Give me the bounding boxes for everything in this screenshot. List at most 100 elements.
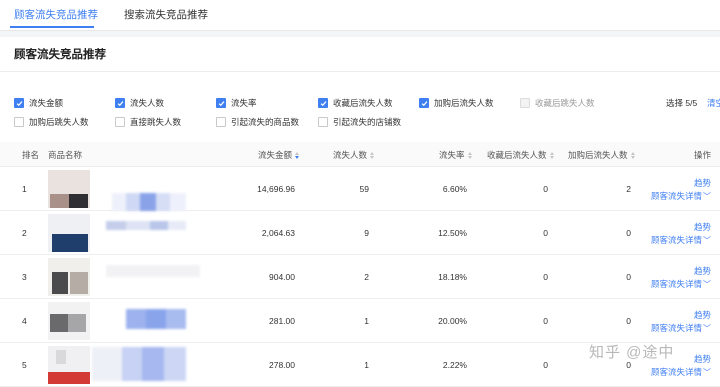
- table-row: 2 2,064.63 9 12.50% 0 0 趋势 顾客流失详情﹀: [0, 211, 720, 255]
- loss-amount: 281.00: [269, 316, 295, 326]
- metric-label: 引起流失的店铺数: [333, 117, 402, 127]
- table-row: 1 14,696.96 59 6.60% 0 2 趋势 顾客流失详情﹀: [0, 167, 720, 211]
- trend-link[interactable]: 趋势: [694, 221, 711, 233]
- product-thumbnail[interactable]: [48, 214, 90, 252]
- check-icon: [115, 98, 125, 108]
- sort-caret-icon[interactable]: [549, 151, 554, 159]
- active-tab-indicator: [10, 26, 94, 28]
- chevron-down-icon: ﹀: [703, 236, 712, 245]
- product-name-blurred[interactable]: [126, 309, 186, 329]
- product-thumbnail[interactable]: [48, 170, 90, 208]
- header-loss-people[interactable]: 流失人数: [333, 149, 375, 161]
- checkbox-box: [216, 117, 226, 127]
- header-cart-loss[interactable]: 加购后流失人数: [568, 149, 635, 161]
- fav-loss: 0: [543, 228, 548, 238]
- metric-checkbox-cart-loss[interactable]: 加购后流失人数: [419, 97, 494, 109]
- table-row: 4 281.00 1 20.00% 0 0 趋势 顾客流失详情﹀: [0, 299, 720, 343]
- product-name-blurred[interactable]: [106, 221, 186, 230]
- product-thumbnail[interactable]: [48, 302, 90, 340]
- trend-link[interactable]: 趋势: [694, 177, 711, 189]
- detail-label: 顾客流失详情: [651, 367, 703, 377]
- fav-loss: 0: [543, 360, 548, 370]
- header-label: 收藏后流失人数: [487, 150, 547, 160]
- product-name-blurred[interactable]: [92, 347, 186, 381]
- product-thumbnail[interactable]: [48, 346, 90, 384]
- header-label: 流失率: [439, 150, 465, 160]
- loss-detail-dropdown[interactable]: 顾客流失详情﹀: [651, 190, 711, 202]
- metric-checkbox-loss-rate[interactable]: 流失率: [216, 97, 257, 109]
- rank: 1: [22, 184, 27, 194]
- loss-rate: 18.18%: [438, 272, 467, 282]
- fav-loss: 0: [543, 272, 548, 282]
- tab-bar: 顾客流失竞品推荐 搜索流失竞品推荐: [0, 0, 720, 31]
- metric-checkbox-cart-bounce[interactable]: 加购后跳失人数: [14, 116, 89, 128]
- tab-customer-loss[interactable]: 顾客流失竞品推荐: [14, 7, 98, 22]
- loss-amount: 904.00: [269, 272, 295, 282]
- loss-detail-dropdown[interactable]: 顾客流失详情﹀: [651, 366, 711, 378]
- sort-caret-icon[interactable]: [630, 151, 635, 159]
- metric-label: 流失金额: [29, 98, 64, 108]
- trend-link[interactable]: 趋势: [694, 353, 711, 365]
- tab-search-loss[interactable]: 搜索流失竞品推荐: [124, 7, 208, 22]
- metric-label: 加购后流失人数: [434, 98, 494, 108]
- trend-link[interactable]: 趋势: [694, 265, 711, 277]
- check-icon: [216, 98, 226, 108]
- header-fav-loss[interactable]: 收藏后流失人数: [487, 149, 554, 161]
- metric-checkbox-direct-bounce[interactable]: 直接跳失人数: [115, 116, 181, 128]
- rank: 2: [22, 228, 27, 238]
- cart-loss: 0: [626, 316, 631, 326]
- divider: [0, 71, 720, 72]
- product-thumbnail[interactable]: [48, 258, 90, 296]
- checkbox-box: [14, 117, 24, 127]
- selection-count: 选择 5/5: [666, 98, 698, 108]
- cart-loss: 0: [626, 272, 631, 282]
- detail-label: 顾客流失详情: [651, 323, 703, 333]
- chevron-down-icon: ﹀: [703, 192, 712, 201]
- header-loss-rate[interactable]: 流失率: [439, 149, 472, 161]
- product-name-blurred[interactable]: [106, 265, 200, 277]
- loss-people: 1: [364, 316, 369, 326]
- metric-label: 直接跳失人数: [130, 117, 182, 127]
- clear-selection-link[interactable]: 清空: [707, 97, 720, 109]
- section-gap: [0, 31, 720, 37]
- chevron-down-icon: ﹀: [703, 280, 712, 289]
- metric-checkbox-loss-shops[interactable]: 引起流失的店铺数: [318, 116, 401, 128]
- header-loss-amount[interactable]: 流失金额: [258, 149, 300, 161]
- loss-detail-dropdown[interactable]: 顾客流失详情﹀: [651, 278, 711, 290]
- loss-detail-dropdown[interactable]: 顾客流失详情﹀: [651, 234, 711, 246]
- metric-checkbox-loss-products[interactable]: 引起流失的商品数: [216, 116, 299, 128]
- sort-caret-icon[interactable]: [295, 151, 300, 159]
- sort-caret-icon[interactable]: [370, 151, 375, 159]
- loss-amount: 278.00: [269, 360, 295, 370]
- watermark: 知乎 @途中: [589, 344, 675, 361]
- metric-checkbox-fav-bounce[interactable]: 收藏后跳失人数: [520, 97, 595, 109]
- sort-caret-icon[interactable]: [467, 151, 472, 159]
- metric-label: 收藏后流失人数: [333, 98, 393, 108]
- cart-loss: 2: [626, 184, 631, 194]
- loss-people: 9: [364, 228, 369, 238]
- detail-label: 顾客流失详情: [651, 279, 703, 289]
- loss-people: 1: [364, 360, 369, 370]
- loss-amount: 14,696.96: [257, 184, 295, 194]
- metric-checkbox-loss-people[interactable]: 流失人数: [115, 97, 164, 109]
- loss-detail-dropdown[interactable]: 顾客流失详情﹀: [651, 322, 711, 334]
- trend-link[interactable]: 趋势: [694, 309, 711, 321]
- metric-checkbox-loss-amount[interactable]: 流失金额: [14, 97, 63, 109]
- checkbox-box: [520, 98, 530, 108]
- section-title: 顾客流失竞品推荐: [14, 49, 106, 61]
- chevron-down-icon: ﹀: [703, 324, 712, 333]
- product-name-blurred[interactable]: [112, 193, 186, 211]
- header-actions: 操作: [694, 150, 712, 160]
- fav-loss: 0: [543, 184, 548, 194]
- metric-checkbox-fav-loss[interactable]: 收藏后流失人数: [318, 97, 393, 109]
- metric-label: 收藏后跳失人数: [535, 98, 595, 108]
- rank: 5: [22, 360, 27, 370]
- loss-rate: 2.22%: [442, 360, 467, 370]
- rank: 4: [22, 316, 27, 326]
- check-icon: [318, 98, 328, 108]
- header-product: 商品名称: [48, 150, 83, 160]
- fav-loss: 0: [543, 316, 548, 326]
- loss-people: 2: [364, 272, 369, 282]
- header-label: 流失金额: [258, 150, 293, 160]
- header-rank: 排名: [22, 150, 40, 160]
